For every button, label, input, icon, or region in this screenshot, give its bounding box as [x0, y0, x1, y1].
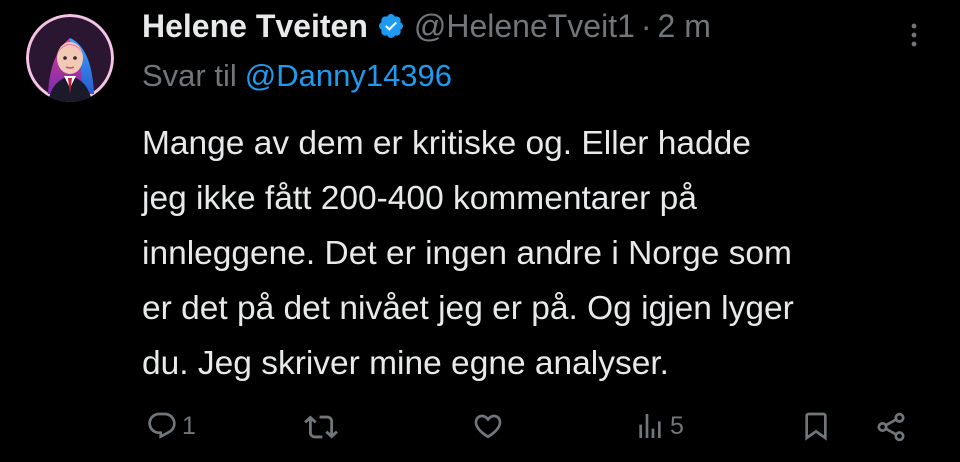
share-button[interactable] — [874, 410, 908, 444]
reply-icon — [148, 412, 176, 439]
post-text-line: jeg ikke fått 200-400 kommentarer på — [142, 180, 697, 217]
bookmark-button[interactable] — [800, 410, 832, 442]
views-button[interactable]: 5 — [634, 410, 684, 442]
reply-context: Svar til @Danny14396 — [142, 58, 452, 94]
avatar[interactable] — [26, 14, 114, 102]
author-handle[interactable]: @HeleneTveit1 — [414, 8, 635, 45]
post-header: Helene Tveiten @HeleneTveit1 · 2 m — [142, 6, 711, 46]
verified-badge-icon[interactable] — [377, 12, 405, 40]
post-text-line: du. Jeg skriver mine egne analyser. — [142, 345, 669, 382]
repost-icon — [304, 415, 338, 439]
reply-to-mention-link[interactable]: @Danny14396 — [245, 58, 452, 93]
post-text: Mange av dem er kritiske og. Eller hadde… — [142, 116, 942, 391]
reply-count: 1 — [182, 411, 196, 440]
bookmark-icon — [805, 412, 827, 441]
heart-icon — [474, 414, 502, 439]
reply-button[interactable]: 1 — [146, 410, 196, 442]
post-text-line: er det på det nivået jeg er på. Og igjen… — [142, 290, 794, 327]
action-bar: 1 5 — [0, 404, 960, 450]
like-button[interactable] — [472, 410, 504, 442]
views-count: 5 — [670, 411, 684, 440]
repost-button[interactable] — [304, 410, 338, 444]
post-text-line: innleggene. Det er ingen andre i Norge s… — [142, 235, 792, 272]
meta-separator: · — [640, 7, 652, 44]
author-display-name[interactable]: Helene Tveiten — [142, 8, 368, 45]
post-text-line: Mange av dem er kritiske og. Eller hadde — [142, 125, 751, 162]
views-icon — [639, 414, 661, 438]
share-icon — [877, 412, 905, 442]
post-timestamp[interactable]: 2 m — [658, 8, 711, 45]
reply-to-label: Svar til — [142, 58, 237, 93]
avatar-icon — [26, 14, 114, 102]
more-options-icon[interactable] — [904, 22, 924, 48]
